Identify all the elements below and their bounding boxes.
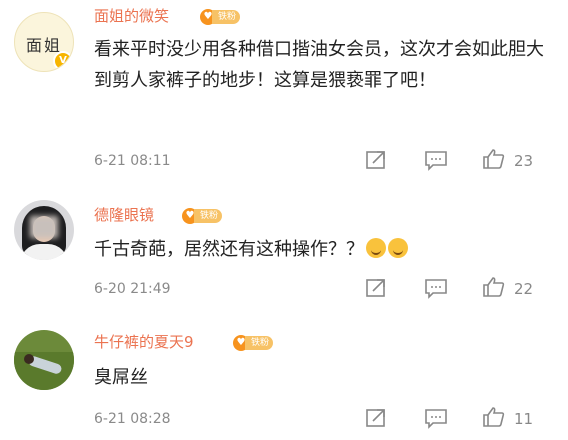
comment-item: 德隆眼镜 ♥ 铁粉 千古奇葩，居然还有这种操作？？ 6-20 21:49 22 — [0, 196, 568, 316]
like-icon[interactable] — [482, 148, 506, 170]
share-icon[interactable] — [364, 277, 388, 299]
comment-text: 看来平时没少用各种借口揩油女会员，这次才会如此胆大到剪人家裤子的地步！这算是猥亵… — [94, 39, 544, 91]
like-count: 23 — [514, 152, 534, 170]
share-icon[interactable] — [364, 149, 388, 171]
comment-text: 千古奇葩，居然还有这种操作？？ — [94, 234, 554, 265]
like-count: 22 — [514, 280, 534, 298]
comment-item: 牛仔裤的夏天9 ♥ 铁粉 臭屌丝 6-21 08:28 11 — [0, 326, 568, 440]
verified-icon: V — [53, 51, 73, 71]
fan-badge: ♥ 铁粉 — [182, 208, 223, 224]
comment-item: 面姐 V 面姐的微笑 ♥ 铁粉 看来平时没少用各种借口揩油女会员，这次才会如此胆… — [0, 4, 568, 174]
fan-badge-label: 铁粉 — [194, 209, 223, 223]
username[interactable]: 牛仔裤的夏天9 — [94, 332, 194, 352]
fan-badge: ♥ 铁粉 — [200, 9, 241, 25]
fan-badge-label: 铁粉 — [245, 336, 274, 350]
fan-badge: ♥ 铁粉 — [233, 335, 274, 351]
avatar[interactable]: 面姐 V — [14, 12, 74, 72]
comment-text: 臭屌丝 — [94, 367, 148, 388]
comment-time: 6-21 08:28 — [94, 411, 171, 427]
like-icon[interactable] — [482, 276, 506, 298]
comment-icon[interactable] — [424, 149, 448, 171]
avatar[interactable] — [14, 330, 74, 390]
like-count: 11 — [514, 410, 534, 428]
comment-icon[interactable] — [424, 407, 448, 429]
grin-emoji-icon — [366, 238, 386, 258]
like-icon[interactable] — [482, 406, 506, 428]
username[interactable]: 面姐的微笑 — [94, 6, 169, 26]
avatar[interactable] — [14, 200, 74, 260]
username[interactable]: 德隆眼镜 — [94, 205, 154, 225]
fan-badge-label: 铁粉 — [212, 10, 241, 24]
comment-time: 6-20 21:49 — [94, 281, 171, 297]
grin-emoji-icon — [388, 238, 408, 258]
share-icon[interactable] — [364, 407, 388, 429]
comment-time: 6-21 08:11 — [94, 153, 171, 169]
comment-icon[interactable] — [424, 277, 448, 299]
comment-text-content: 千古奇葩，居然还有这种操作？？ — [94, 239, 364, 260]
